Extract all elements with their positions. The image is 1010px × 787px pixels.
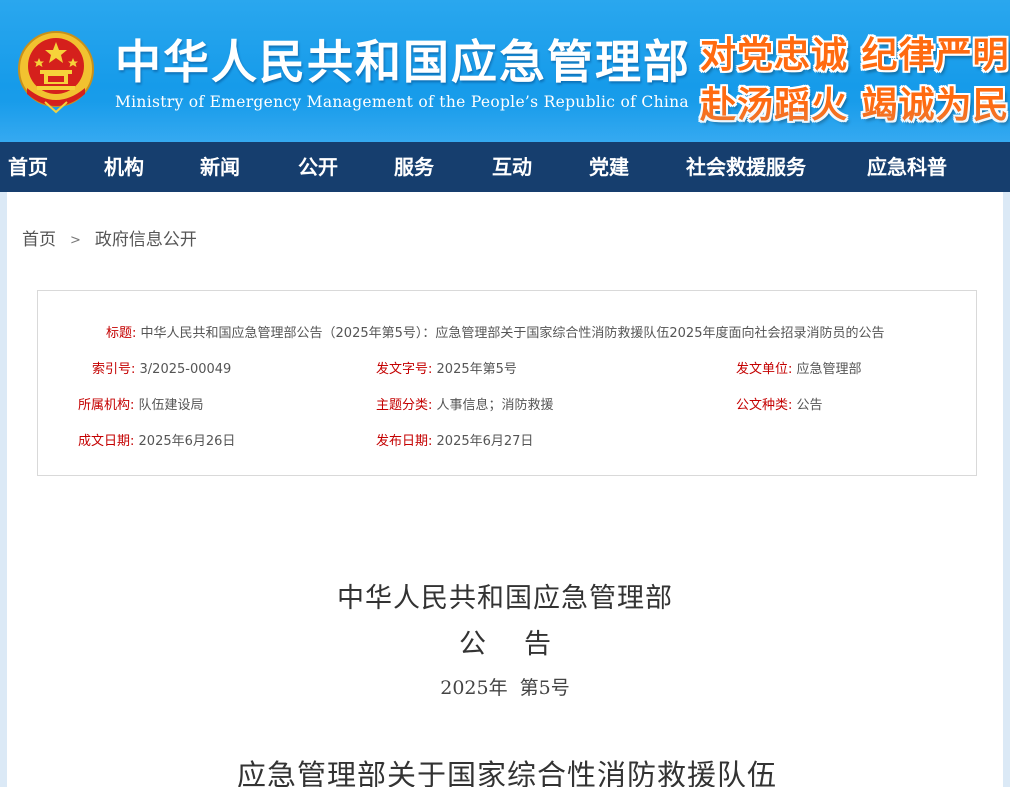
- main-nav: 首页 机构 新闻 公开 服务 互动 党建 社会救援服务 应急科普: [0, 142, 1010, 192]
- meta-created-value: 2025年6月26日: [138, 434, 236, 449]
- meta-type-value: 公告: [796, 398, 823, 413]
- document-issuing-org: 中华人民共和国应急管理部: [337, 583, 673, 614]
- meta-doc-number: 发文字号: 2025年第5号: [376, 358, 517, 377]
- meta-org-label: 所属机构:: [78, 398, 135, 413]
- meta-org-value: 队伍建设局: [138, 398, 204, 413]
- meta-published-value: 2025年6月27日: [436, 434, 534, 449]
- document-number: 2025年 第5号: [440, 677, 570, 699]
- meta-title: 标题: 中华人民共和国应急管理部公告（2025年第5号）：应急管理部关于国家综合…: [106, 322, 884, 341]
- meta-index: 索引号: 3/2025-00049: [92, 358, 231, 377]
- slogan-line-1: 对党忠诚 纪律严明: [700, 34, 1010, 76]
- nav-item-party[interactable]: 党建: [589, 142, 629, 192]
- breadcrumb: 首页 > 政府信息公开: [22, 225, 197, 250]
- meta-title-label: 标题:: [106, 326, 137, 341]
- meta-type-label: 公文种类:: [736, 398, 793, 413]
- nav-item-services[interactable]: 服务: [394, 142, 434, 192]
- site-title[interactable]: 中华人民共和国应急管理部: [115, 26, 691, 92]
- meta-published-date: 发布日期: 2025年6月27日: [376, 430, 533, 449]
- nav-item-home[interactable]: 首页: [8, 142, 48, 192]
- meta-issuer-value: 应急管理部: [796, 362, 862, 377]
- meta-topic-value: 人事信息；消防救援: [436, 398, 554, 413]
- nav-item-social-rescue[interactable]: 社会救援服务: [686, 142, 806, 192]
- site-subtitle: Ministry of Emergency Management of the …: [115, 93, 689, 111]
- meta-title-value: 中华人民共和国应急管理部公告（2025年第5号）：应急管理部关于国家综合性消防救…: [140, 326, 885, 341]
- meta-org: 所属机构: 队伍建设局: [78, 394, 204, 413]
- nav-item-news[interactable]: 新闻: [200, 142, 240, 192]
- document-kind: 公告: [459, 629, 589, 660]
- nav-item-organization[interactable]: 机构: [104, 142, 144, 192]
- meta-issuer-label: 发文单位:: [736, 362, 793, 377]
- site-header: 中华人民共和国应急管理部 Ministry of Emergency Manag…: [0, 0, 1010, 142]
- meta-index-label: 索引号:: [92, 362, 136, 377]
- meta-index-value: 3/2025-00049: [139, 362, 232, 377]
- breadcrumb-separator: >: [70, 233, 81, 248]
- meta-topic-label: 主题分类:: [376, 398, 433, 413]
- meta-doc-number-value: 2025年第5号: [436, 362, 517, 377]
- nav-item-science[interactable]: 应急科普: [867, 142, 947, 192]
- meta-topic: 主题分类: 人事信息；消防救援: [376, 394, 554, 413]
- document-heading: 应急管理部关于国家综合性消防救援队伍: [236, 758, 777, 787]
- nav-item-disclosure[interactable]: 公开: [298, 142, 338, 192]
- nav-item-interaction[interactable]: 互动: [492, 142, 532, 192]
- breadcrumb-current[interactable]: 政府信息公开: [95, 230, 197, 250]
- meta-doc-number-label: 发文字号:: [376, 362, 433, 377]
- meta-type: 公文种类: 公告: [736, 394, 823, 413]
- meta-published-label: 发布日期:: [376, 434, 433, 449]
- meta-issuer: 发文单位: 应急管理部: [736, 358, 862, 377]
- national-emblem-icon[interactable]: [15, 28, 97, 114]
- breadcrumb-home[interactable]: 首页: [22, 230, 56, 250]
- slogan-line-2: 赴汤蹈火 竭诚为民: [700, 84, 1010, 126]
- meta-created-date: 成文日期: 2025年6月26日: [78, 430, 235, 449]
- meta-created-label: 成文日期:: [78, 434, 135, 449]
